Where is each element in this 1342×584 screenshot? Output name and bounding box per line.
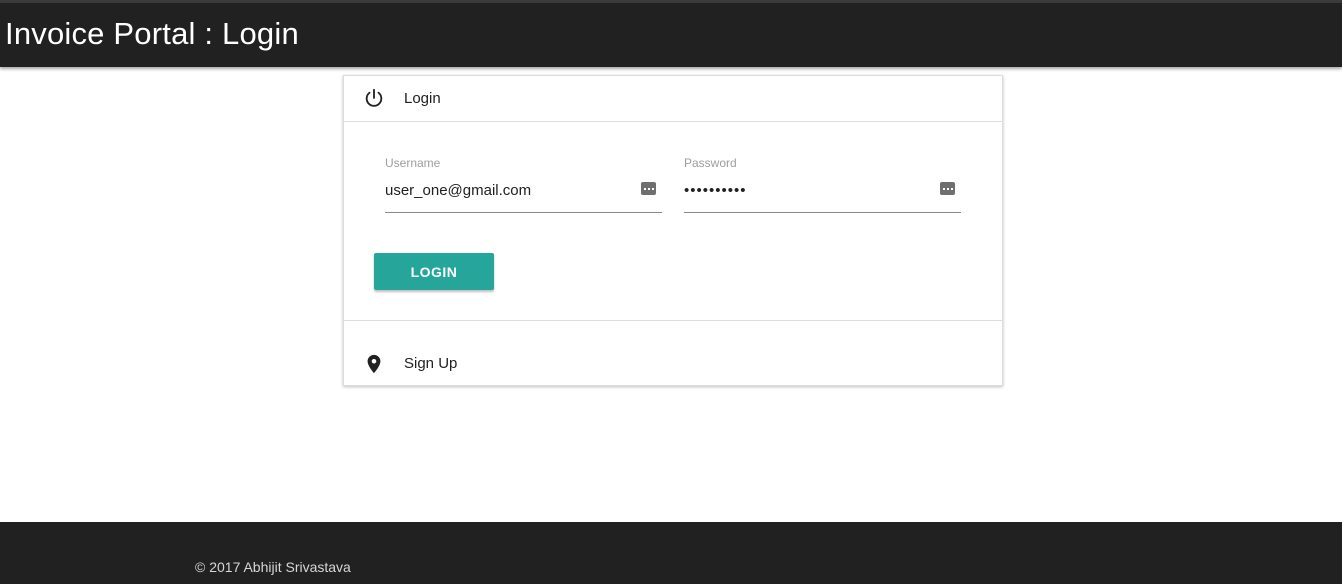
- signup-section-label: Sign Up: [404, 355, 458, 372]
- page-footer: © 2017 Abhijit Srivastava: [0, 522, 1342, 584]
- password-field: Password: [684, 156, 961, 213]
- login-section-header[interactable]: Login: [344, 76, 1002, 122]
- login-card: Login Username Password LOGIN Sign Up: [343, 75, 1003, 386]
- location-pin-icon: [367, 354, 381, 374]
- copyright-text: © 2017 Abhijit Srivastava: [195, 559, 351, 575]
- username-input[interactable]: [385, 178, 635, 202]
- password-label: Password: [684, 156, 737, 170]
- username-label: Username: [385, 156, 441, 170]
- login-section-label: Login: [404, 90, 441, 107]
- app-header: Invoice Portal : Login: [0, 0, 1342, 67]
- page-title: Invoice Portal : Login: [5, 16, 299, 51]
- autofill-key-icon[interactable]: [940, 182, 955, 195]
- password-input[interactable]: [684, 178, 934, 202]
- signup-section-header[interactable]: Sign Up: [344, 320, 1002, 386]
- power-icon: [365, 88, 383, 107]
- autofill-key-icon[interactable]: [641, 182, 656, 195]
- username-field: Username: [385, 156, 662, 213]
- login-button[interactable]: LOGIN: [374, 253, 494, 290]
